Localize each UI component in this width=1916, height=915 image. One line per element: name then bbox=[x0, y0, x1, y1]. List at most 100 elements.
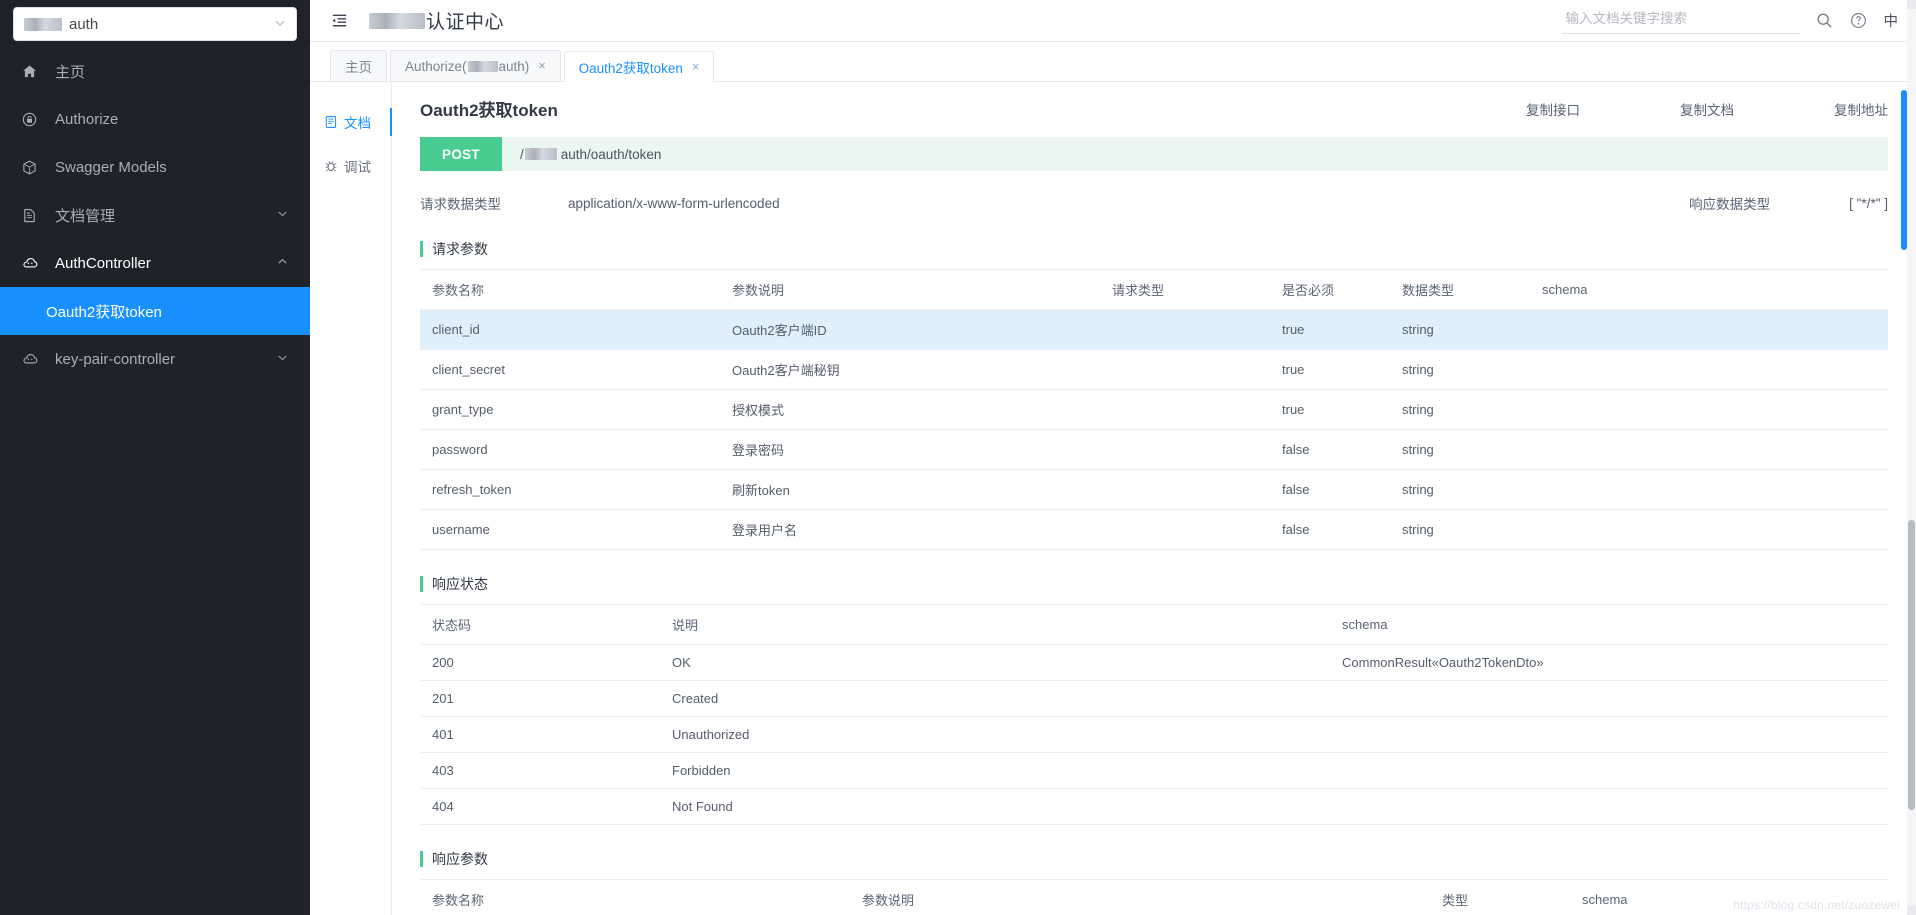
copy-address-button[interactable]: 复制地址 bbox=[1834, 99, 1888, 119]
http-method-badge: POST bbox=[420, 137, 502, 171]
search-input[interactable] bbox=[1563, 10, 1798, 27]
chevron-up-icon bbox=[277, 256, 288, 270]
cell-param-desc: 登录密码 bbox=[720, 429, 1100, 470]
cloud-icon bbox=[22, 255, 44, 271]
tab-authorize[interactable]: Authorize( auth) × bbox=[390, 50, 561, 81]
table-header-row: 参数名称 参数说明 类型 schema bbox=[420, 879, 1888, 915]
cell-param-desc: 刷新token bbox=[720, 469, 1100, 510]
table-row: 200 OK CommonResult«Oauth2TokenDto» bbox=[420, 644, 1888, 681]
table-header-row: 参数名称 参数说明 请求类型 是否必须 数据类型 schema bbox=[420, 269, 1888, 310]
cell-status-code: 403 bbox=[420, 752, 660, 789]
menu-fold-icon[interactable] bbox=[330, 11, 349, 30]
chevron-down-icon bbox=[274, 17, 286, 32]
cell-status-desc: Forbidden bbox=[660, 752, 1330, 789]
cell-param-schema bbox=[1530, 349, 1888, 390]
sidebar-item-oauth2-get-token[interactable]: Oauth2获取token bbox=[0, 287, 310, 335]
cell-param-in bbox=[1100, 389, 1270, 430]
section-title-request-params: 请求参数 bbox=[420, 241, 1888, 257]
project-selector-label: auth bbox=[69, 15, 99, 33]
table-row: 201 Created bbox=[420, 680, 1888, 717]
cell-param-desc: Oauth2客户端ID bbox=[720, 309, 1100, 350]
data-type-row: 请求数据类型 application/x-www-form-urlencoded… bbox=[420, 191, 1888, 215]
close-icon[interactable]: × bbox=[692, 60, 699, 74]
document-icon bbox=[22, 208, 44, 223]
topbar-right: 中 bbox=[1561, 7, 1916, 34]
cell-param-type: string bbox=[1390, 509, 1530, 550]
cube-icon bbox=[22, 160, 44, 175]
cell-param-in bbox=[1100, 309, 1270, 350]
doc-header: Oauth2获取token 复制接口 复制文档 复制地址 bbox=[420, 96, 1888, 121]
col-status-schema: schema bbox=[1330, 604, 1888, 645]
language-toggle[interactable]: 中 bbox=[1884, 10, 1899, 31]
scroll-up-arrow[interactable] bbox=[1907, 0, 1916, 9]
sidebar-item-doc-management[interactable]: 文档管理 bbox=[0, 191, 310, 239]
cell-status-code: 404 bbox=[420, 788, 660, 825]
cell-param-name: password bbox=[420, 429, 720, 470]
col-resp-schema: schema bbox=[1570, 879, 1888, 915]
cell-param-required: true bbox=[1270, 309, 1390, 350]
cell-param-in bbox=[1100, 509, 1270, 550]
sidebar-item-key-pair-controller[interactable]: key-pair-controller bbox=[0, 335, 310, 383]
cell-param-required: false bbox=[1270, 429, 1390, 470]
cell-param-required: true bbox=[1270, 389, 1390, 430]
cell-status-schema bbox=[1330, 752, 1888, 789]
lock-icon bbox=[22, 112, 44, 127]
copy-interface-button[interactable]: 复制接口 bbox=[1526, 99, 1580, 119]
request-params-body: client_id Oauth2客户端ID true string client… bbox=[420, 309, 1888, 550]
cell-status-desc: OK bbox=[660, 644, 1330, 681]
cell-status-code: 200 bbox=[420, 644, 660, 681]
cell-param-required: true bbox=[1270, 349, 1390, 390]
col-status-code: 状态码 bbox=[420, 604, 660, 645]
cell-status-schema: CommonResult«Oauth2TokenDto» bbox=[1330, 644, 1888, 681]
sidebar-item-swagger-models[interactable]: Swagger Models bbox=[0, 143, 310, 191]
doc-side-item-document[interactable]: 文档 bbox=[310, 100, 392, 144]
col-resp-name: 参数名称 bbox=[420, 879, 850, 915]
search-icon[interactable] bbox=[1816, 12, 1833, 29]
cell-status-code: 201 bbox=[420, 680, 660, 717]
cell-param-type: string bbox=[1390, 309, 1530, 350]
scroll-down-arrow[interactable] bbox=[1907, 906, 1916, 915]
project-selector[interactable]: auth bbox=[13, 7, 297, 41]
doc-side-item-debug[interactable]: 调试 bbox=[310, 144, 391, 188]
cell-param-type: string bbox=[1390, 389, 1530, 430]
cell-param-in bbox=[1100, 469, 1270, 510]
doc-content: Oauth2获取token 复制接口 复制文档 复制地址 POST / auth… bbox=[392, 82, 1916, 915]
question-circle-icon[interactable] bbox=[1850, 12, 1867, 29]
response-type-value: [ "*/*" ] bbox=[1849, 195, 1888, 211]
chevron-down-icon bbox=[277, 352, 288, 366]
cell-param-name: grant_type bbox=[420, 389, 720, 430]
sidebar-item-authorize[interactable]: Authorize bbox=[0, 95, 310, 143]
cell-param-type: string bbox=[1390, 349, 1530, 390]
section-title-response-params: 响应参数 bbox=[420, 851, 1888, 867]
col-param-req: 是否必须 bbox=[1270, 269, 1390, 310]
tab-label: 主页 bbox=[345, 60, 372, 75]
close-icon[interactable]: × bbox=[538, 59, 545, 73]
response-params-table: 参数名称 参数说明 类型 schema bbox=[420, 879, 1888, 915]
tab-label: Authorize( bbox=[405, 58, 467, 74]
redacted-path-segment bbox=[524, 148, 557, 160]
copy-document-button[interactable]: 复制文档 bbox=[1680, 99, 1734, 119]
cell-status-desc: Not Found bbox=[660, 788, 1330, 825]
home-icon bbox=[22, 64, 44, 79]
tab-home[interactable]: 主页 bbox=[330, 50, 387, 81]
cell-param-name: refresh_token bbox=[420, 469, 720, 510]
table-row: 401 Unauthorized bbox=[420, 716, 1888, 753]
page-scrollbar-thumb[interactable] bbox=[1908, 520, 1915, 810]
cell-param-in bbox=[1100, 349, 1270, 390]
tab-oauth2-get-token[interactable]: Oauth2获取token × bbox=[563, 51, 715, 82]
sidebar-item-home[interactable]: 主页 bbox=[0, 47, 310, 95]
cell-status-desc: Created bbox=[660, 680, 1330, 717]
table-row: password 登录密码 false string bbox=[420, 429, 1888, 470]
col-param-type: 数据类型 bbox=[1390, 269, 1530, 310]
sidebar-item-auth-controller[interactable]: AuthController bbox=[0, 239, 310, 287]
cell-param-name: client_id bbox=[420, 309, 720, 350]
search-box[interactable] bbox=[1561, 7, 1800, 34]
response-status-table: 状态码 说明 schema 200 OK CommonResult«Oauth2… bbox=[420, 604, 1888, 825]
page-title: Oauth2获取token bbox=[420, 101, 558, 120]
doc-content-inner: Oauth2获取token 复制接口 复制文档 复制地址 POST / auth… bbox=[392, 82, 1916, 915]
doc-side-nav: 文档 调试 bbox=[310, 82, 392, 915]
cell-param-schema bbox=[1530, 429, 1888, 470]
request-params-table: 参数名称 参数说明 请求类型 是否必须 数据类型 schema client_i… bbox=[420, 269, 1888, 550]
page-scrollbar[interactable] bbox=[1907, 0, 1916, 915]
redacted-project-prefix bbox=[24, 17, 62, 31]
